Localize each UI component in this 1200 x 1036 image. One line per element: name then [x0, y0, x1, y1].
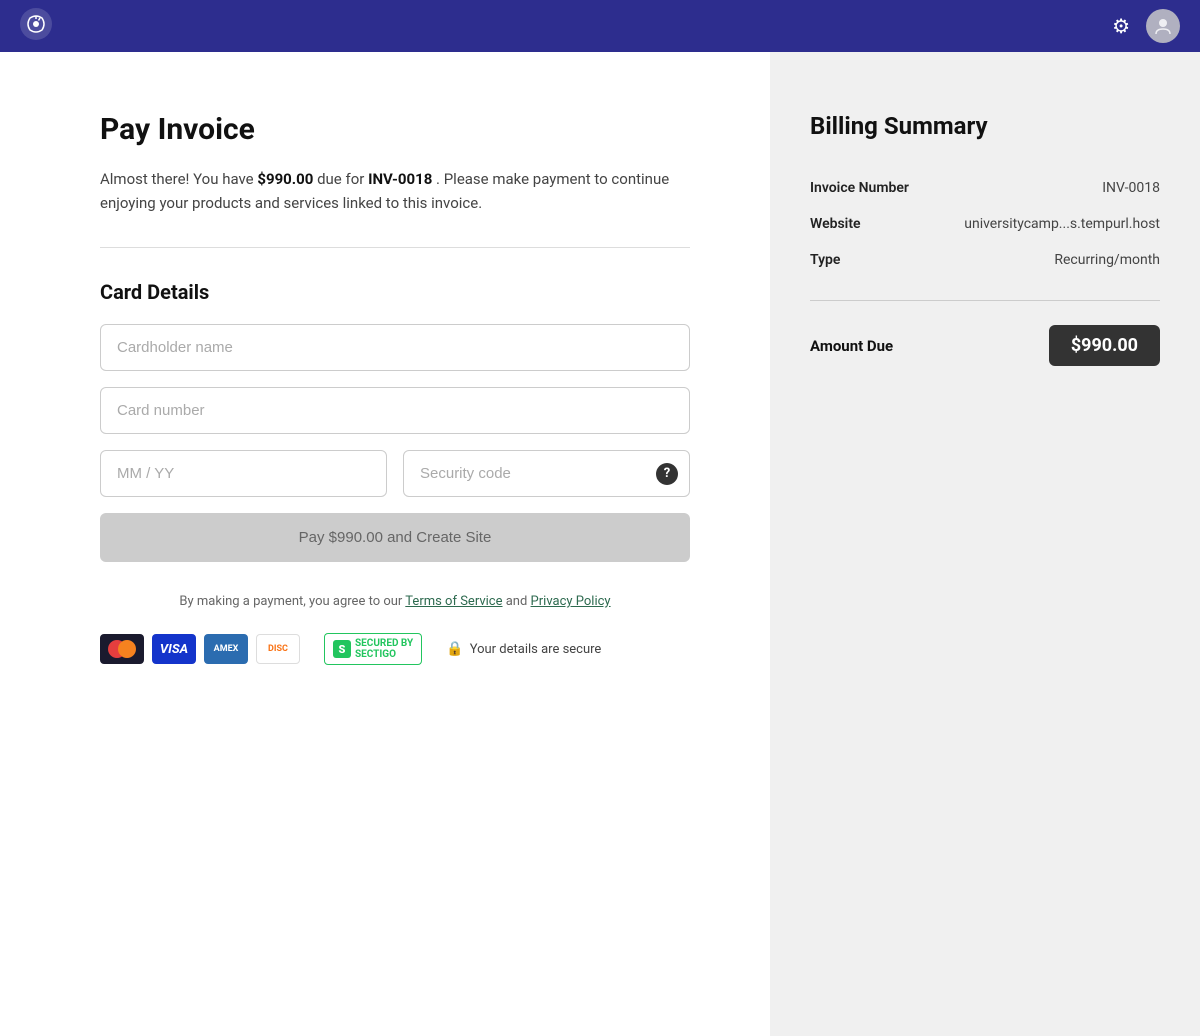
billing-title: Billing Summary	[810, 112, 1160, 140]
sectigo-text: SECURED BY SECTIGO	[355, 638, 413, 660]
website-label: Website	[810, 216, 861, 232]
billing-divider	[810, 300, 1160, 301]
amex-icon: AMEX	[204, 634, 248, 664]
desc-invoice: INV-0018	[368, 170, 432, 188]
billing-rows: Invoice Number INV-0018 Website universi…	[810, 180, 1160, 268]
type-label: Type	[810, 252, 840, 268]
invoice-number-label: Invoice Number	[810, 180, 909, 196]
page-title: Pay Invoice	[100, 112, 690, 147]
right-panel: Billing Summary Invoice Number INV-0018 …	[770, 52, 1200, 1036]
cardholder-input[interactable]	[100, 324, 690, 371]
section-divider	[100, 247, 690, 248]
gear-icon[interactable]: ⚙	[1112, 14, 1130, 38]
terms-middle: and	[503, 594, 531, 609]
terms-prefix: By making a payment, you agree to our	[179, 594, 405, 609]
amount-due-row: Amount Due $990.00	[810, 325, 1160, 366]
mastercard-icon	[100, 634, 144, 664]
card-number-group	[100, 387, 690, 434]
visa-icon: VISA	[152, 634, 196, 664]
billing-row-invoice: Invoice Number INV-0018	[810, 180, 1160, 196]
secure-label: Your details are secure	[470, 642, 602, 657]
security-wrapper: ?	[403, 450, 690, 497]
invoice-description: Almost there! You have $990.00 due for I…	[100, 167, 690, 215]
security-input[interactable]	[403, 450, 690, 497]
sectigo-s-icon: S	[333, 640, 351, 658]
terms-text: By making a payment, you agree to our Te…	[100, 594, 690, 609]
avatar[interactable]	[1146, 9, 1180, 43]
expiry-security-row: ?	[100, 450, 690, 513]
expiry-input[interactable]	[100, 450, 387, 497]
discover-icon: DISC	[256, 634, 300, 664]
type-value: Recurring/month	[1054, 252, 1160, 268]
main-layout: Pay Invoice Almost there! You have $990.…	[0, 52, 1200, 1036]
desc-prefix: Almost there! You have	[100, 170, 257, 188]
lock-icon: 🔒	[446, 641, 463, 657]
pay-button-group: Pay $990.00 and Create Site	[100, 513, 690, 578]
amount-due-badge: $990.00	[1049, 325, 1160, 366]
navbar-logo[interactable]	[20, 8, 52, 44]
secure-text: 🔒 Your details are secure	[446, 641, 601, 657]
desc-amount: $990.00	[257, 170, 313, 188]
security-group: ?	[403, 450, 690, 497]
navbar: ⚙	[0, 0, 1200, 52]
security-help-icon[interactable]: ?	[656, 463, 678, 485]
terms-of-service-link[interactable]: Terms of Service	[405, 594, 502, 609]
navbar-right: ⚙	[1112, 9, 1180, 43]
pay-button[interactable]: Pay $990.00 and Create Site	[100, 513, 690, 562]
card-details-title: Card Details	[100, 280, 690, 304]
left-panel: Pay Invoice Almost there! You have $990.…	[0, 52, 770, 1036]
payment-icons-row: VISA AMEX DISC S SECURED BY SECTIGO 🔒 Yo…	[100, 633, 690, 665]
website-value: universitycamp...s.tempurl.host	[964, 216, 1160, 232]
desc-middle: due for	[313, 170, 368, 188]
billing-row-website: Website universitycamp...s.tempurl.host	[810, 216, 1160, 232]
invoice-number-value: INV-0018	[1102, 180, 1160, 196]
amount-due-label: Amount Due	[810, 337, 893, 355]
expiry-group	[100, 450, 387, 497]
billing-row-type: Type Recurring/month	[810, 252, 1160, 268]
card-number-input[interactable]	[100, 387, 690, 434]
cardholder-group	[100, 324, 690, 371]
privacy-policy-link[interactable]: Privacy Policy	[531, 594, 611, 609]
sectigo-badge: S SECURED BY SECTIGO	[324, 633, 422, 665]
